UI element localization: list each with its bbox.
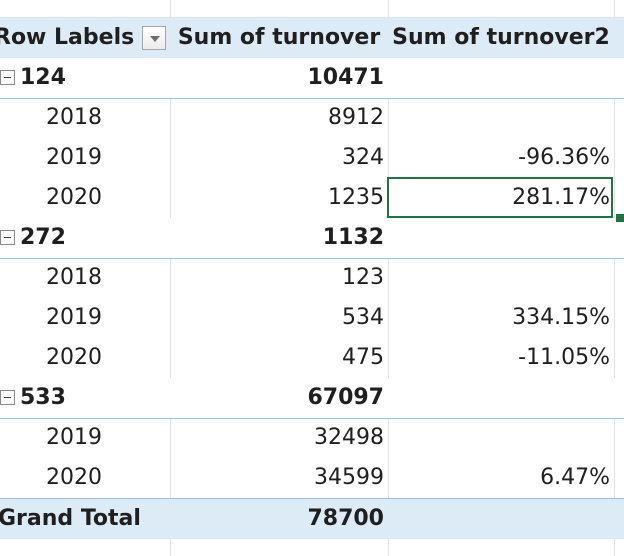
turnover2-cell-selected[interactable]: 281.17% xyxy=(388,178,614,218)
year-label-cell[interactable]: 2019 xyxy=(0,418,170,458)
turnover2-cell[interactable] xyxy=(388,418,614,458)
row-labels-filter-button[interactable] xyxy=(142,26,166,50)
turnover2-cell[interactable]: -96.36% xyxy=(388,138,614,178)
turnover-cell[interactable]: 534 xyxy=(170,298,388,338)
pivot-year-row: 2020 475 -11.05% xyxy=(0,338,624,378)
pivot-year-row: 2018 123 xyxy=(0,258,624,298)
pivot-group-row: 124 10471 xyxy=(0,58,624,99)
row-labels-header-text: Row Labels xyxy=(0,25,135,50)
pivot-year-row: 2020 1235 281.17% xyxy=(0,178,624,218)
turnover-cell[interactable]: 1235 xyxy=(170,178,388,218)
group-total-cell[interactable]: 1132 xyxy=(170,218,388,258)
group-label: 533 xyxy=(20,385,66,410)
group-label-cell[interactable]: 124 xyxy=(0,58,170,98)
collapse-minus-icon[interactable] xyxy=(0,70,15,85)
group-label-cell[interactable]: 272 xyxy=(0,218,170,258)
pivot-year-row: 2018 8912 xyxy=(0,98,624,138)
pivot-year-row: 2019 534 334.15% xyxy=(0,298,624,338)
year-label-cell[interactable]: 2019 xyxy=(0,138,170,178)
collapse-minus-icon[interactable] xyxy=(0,230,15,245)
year-label-cell[interactable]: 2020 xyxy=(0,338,170,378)
turnover2-cell[interactable]: 334.15% xyxy=(388,298,614,338)
worksheet[interactable]: Row Labels Sum of turnover Sum of turnov… xyxy=(0,0,624,556)
year-label-cell[interactable]: 2018 xyxy=(0,98,170,138)
turnover2-cell[interactable]: -11.05% xyxy=(388,338,614,378)
year-label-cell[interactable]: 2019 xyxy=(0,298,170,338)
grand-total-turnover2-cell[interactable] xyxy=(388,499,614,539)
year-label-cell[interactable]: 2018 xyxy=(0,258,170,298)
group-label-cell[interactable]: 533 xyxy=(0,378,170,418)
pivot-year-row: 2020 34599 6.47% xyxy=(0,458,624,498)
turnover2-cell[interactable] xyxy=(388,98,614,138)
pivot-header-row: Row Labels Sum of turnover Sum of turnov… xyxy=(0,18,624,59)
pivot-year-row: 2019 32498 xyxy=(0,418,624,458)
turnover-cell[interactable]: 32498 xyxy=(170,418,388,458)
group-turnover2-cell[interactable] xyxy=(388,218,614,258)
pivot-group-row: 533 67097 xyxy=(0,378,624,419)
sum-of-turnover2-header[interactable]: Sum of turnover2 xyxy=(388,18,614,58)
group-turnover2-cell[interactable] xyxy=(388,378,614,418)
group-total-cell[interactable]: 67097 xyxy=(170,378,388,418)
turnover-cell[interactable]: 123 xyxy=(170,258,388,298)
turnover-cell[interactable]: 475 xyxy=(170,338,388,378)
dropdown-filter-icon xyxy=(150,36,160,42)
grand-total-value[interactable]: 78700 xyxy=(170,499,388,539)
pivot-group-row: 272 1132 xyxy=(0,218,624,259)
turnover2-cell[interactable]: 6.47% xyxy=(388,458,614,498)
turnover2-cell[interactable] xyxy=(388,258,614,298)
year-label-cell[interactable]: 2020 xyxy=(0,178,170,218)
sum-of-turnover-header[interactable]: Sum of turnover xyxy=(170,18,388,58)
pivot-year-row: 2019 324 -96.36% xyxy=(0,138,624,178)
group-label: 272 xyxy=(20,225,66,250)
group-turnover2-cell[interactable] xyxy=(388,58,614,98)
turnover-cell[interactable]: 8912 xyxy=(170,98,388,138)
group-total-cell[interactable]: 10471 xyxy=(170,58,388,98)
year-label-cell[interactable]: 2020 xyxy=(0,458,170,498)
row-labels-header[interactable]: Row Labels xyxy=(0,18,164,58)
grand-total-row: Grand Total 78700 xyxy=(0,498,624,539)
turnover-cell[interactable]: 34599 xyxy=(170,458,388,498)
grand-total-label[interactable]: Grand Total xyxy=(0,499,168,539)
group-label: 124 xyxy=(20,65,66,90)
collapse-minus-icon[interactable] xyxy=(0,390,15,405)
fill-handle[interactable] xyxy=(615,213,624,223)
turnover-cell[interactable]: 324 xyxy=(170,138,388,178)
